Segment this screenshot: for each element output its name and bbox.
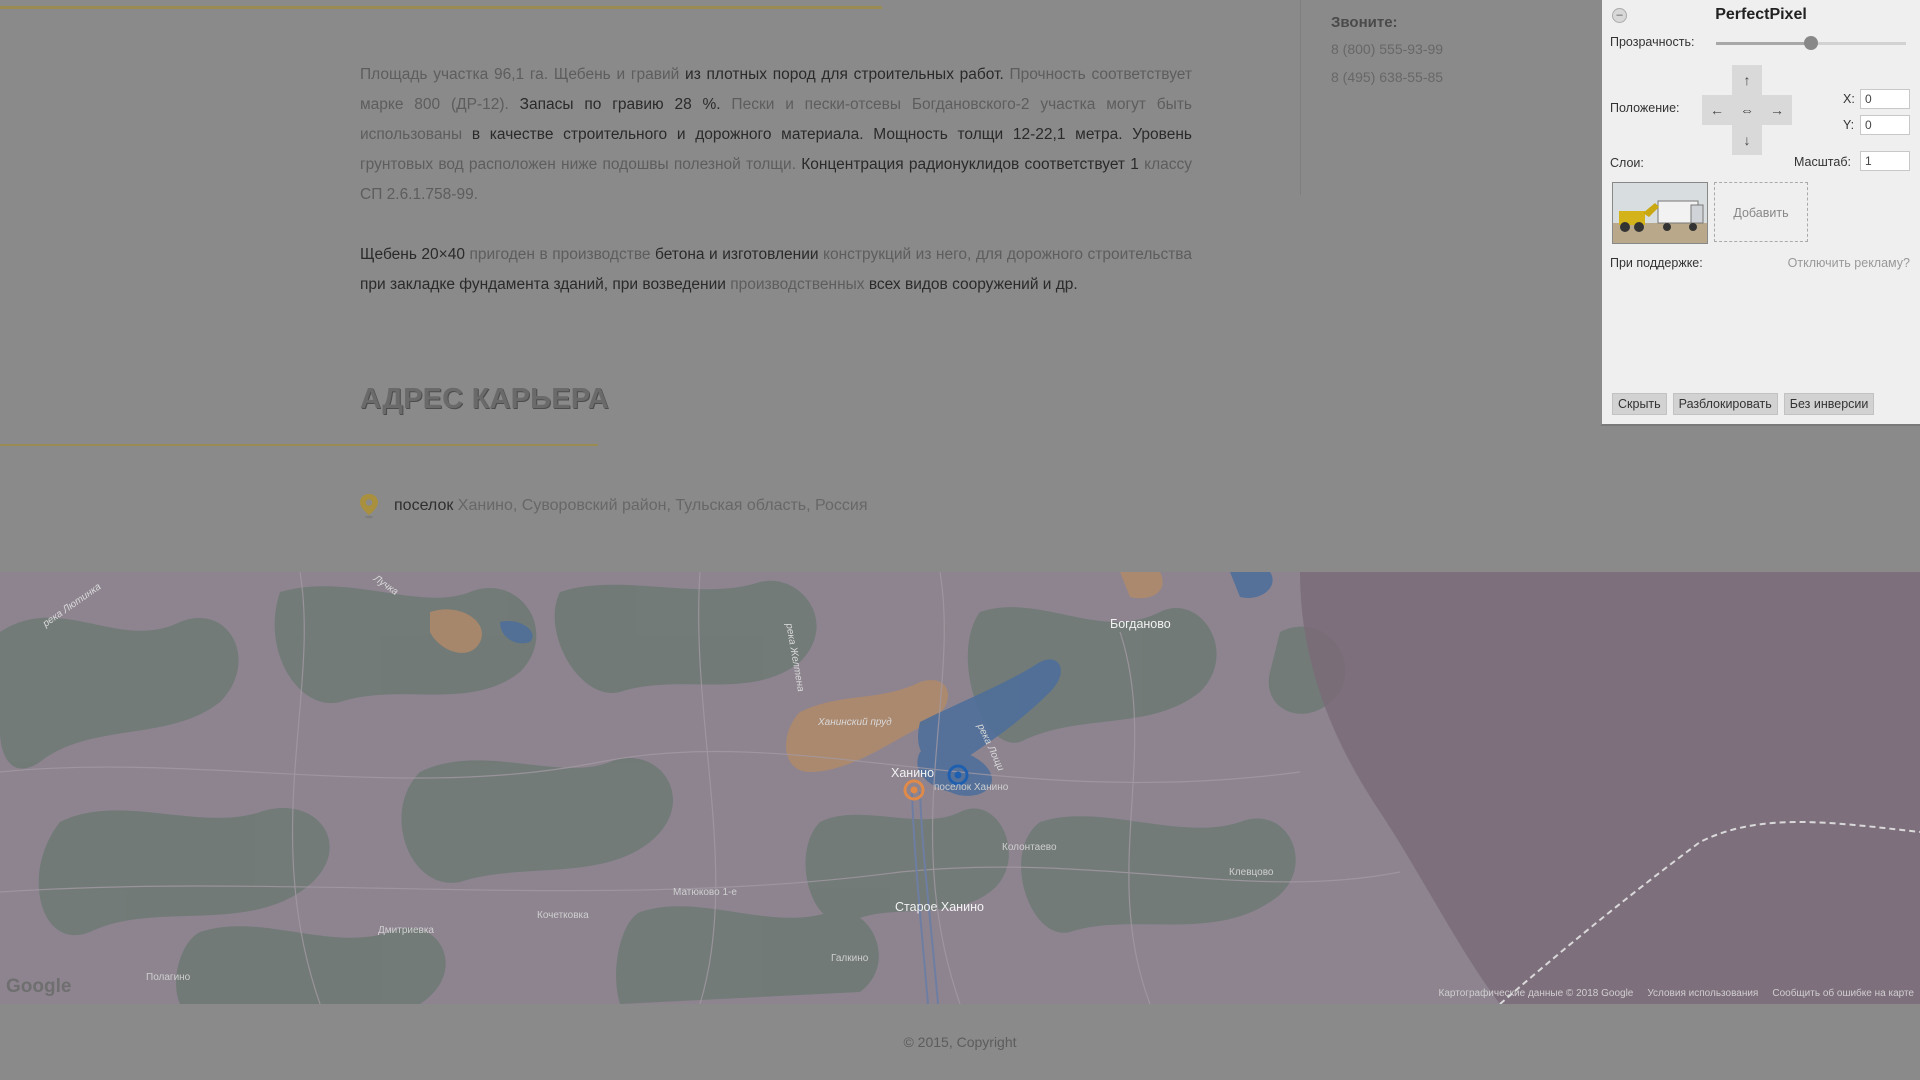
opacity-thumb[interactable]	[1804, 36, 1818, 50]
contacts-label: Звоните:	[1331, 14, 1398, 31]
map-place-label: Ханино	[891, 766, 935, 780]
p1-part: грунтовых вод расположен ниже подошвы по…	[360, 156, 802, 173]
layer-image	[1613, 183, 1707, 243]
map-place-label: Богданово	[1110, 617, 1171, 631]
terms-link[interactable]: Условия использования	[1647, 988, 1758, 999]
y-label: Y:	[1843, 118, 1855, 132]
opacity-slider[interactable]	[1716, 36, 1906, 50]
map-place-label: Кочетковка	[537, 910, 589, 921]
paragraph-1: Площадь участка 96,1 га. Щебень и гравий…	[360, 60, 1192, 210]
phone-link[interactable]: 8 (800) 555-93-99	[1331, 41, 1443, 57]
map-river-label: Ханинский пруд	[818, 717, 892, 728]
p2-part: конструкций из него, для дорожного строи…	[818, 246, 1192, 263]
copyright: © 2015, Copyright	[903, 1034, 1017, 1050]
layers-label: Слои:	[1610, 156, 1644, 170]
disable-ads-link[interactable]: Отключить рекламу?	[1788, 256, 1910, 270]
p2-part-strong: при закладке фундамента зданий, при возв…	[360, 276, 726, 293]
move-up-button[interactable]: ↑	[1732, 65, 1762, 95]
p2-part: производственных	[725, 276, 869, 293]
map-place-label: Старое Ханино	[895, 900, 984, 914]
p1-part-strong: в качестве строительного и дорожного мат…	[471, 126, 1192, 143]
position-label: Положение:	[1610, 101, 1680, 115]
header-divider	[1300, 0, 1301, 195]
map-place-label: Полагино	[146, 972, 191, 983]
phone-link[interactable]: 8 (495) 638-55-85	[1331, 69, 1443, 85]
address-heading: АДРЕС КАРЬЕРА	[360, 383, 609, 415]
swap-center-button[interactable]: ⇔	[1732, 95, 1762, 125]
panel-title: PerfectPixel	[1715, 6, 1807, 23]
unlock-button[interactable]: Разблокировать	[1672, 393, 1778, 415]
p2-part: пригоден в производстве	[464, 246, 655, 263]
map-place-label: Дмитриевка	[378, 925, 434, 936]
no-inversion-button[interactable]: Без инверсии	[1783, 393, 1875, 415]
p1-part-strong: из плотных пород для строительных работ.	[685, 66, 1004, 83]
position-dpad: ↑ ← ⇔ → ↓	[1702, 65, 1792, 155]
add-layer-button[interactable]: Добавить	[1714, 182, 1808, 242]
map-footer: Картографические данные © 2018 Google Ус…	[1439, 988, 1914, 999]
p1-part: Площадь участка 96,1 га. Щебень и гравий	[360, 66, 686, 83]
map-place-label: Матюково 1-е	[673, 887, 737, 898]
report-error-link[interactable]: Сообщить об ошибке на карте	[1772, 988, 1914, 999]
p2-part-strong: бетона и изготовлении	[655, 246, 819, 263]
x-input[interactable]	[1860, 89, 1910, 109]
p2-part-strong: Щебень 20×40	[360, 246, 465, 263]
header-contacts: Звоните: 8 (800) 555-93-99 8 (495) 638-5…	[1331, 14, 1443, 97]
map-place-label: Колонтаево	[1002, 842, 1057, 853]
hide-button[interactable]: Скрыть	[1612, 393, 1667, 415]
address-rest: Ханино, Суворовский район, Тульская обла…	[457, 497, 868, 514]
address-rule	[0, 444, 598, 446]
move-right-button[interactable]: →	[1762, 95, 1792, 125]
support-label: При поддержке:	[1610, 256, 1703, 270]
scale-input[interactable]	[1860, 151, 1910, 171]
opacity-fill	[1716, 42, 1811, 45]
map-pin-icon	[360, 494, 378, 519]
map-place-label: Клевцово	[1229, 867, 1274, 878]
p1-part-strong: Запасы по гравию 28 %.	[519, 96, 721, 113]
panel-actions: Скрыть Разблокировать Без инверсии	[1612, 393, 1875, 415]
move-left-button[interactable]: ←	[1702, 95, 1732, 125]
p1-part-strong: Концентрация радионуклидов соответствует…	[801, 156, 1139, 173]
address-text: поселок Ханино, Суворовский район, Тульс…	[394, 497, 868, 515]
map-place-label: поселок Ханино	[934, 782, 1009, 793]
opacity-label: Прозрачность:	[1610, 35, 1695, 49]
paragraph-2: Щебень 20×40 пригоден в производстве бет…	[360, 240, 1192, 300]
map-place-label: Галкино	[831, 953, 869, 964]
x-label: X:	[1843, 92, 1855, 106]
y-input[interactable]	[1860, 115, 1910, 135]
map-data-credit: Картографические данные © 2018 Google	[1438, 988, 1634, 999]
google-logo[interactable]: Google	[6, 976, 71, 998]
top-accent-rule	[0, 6, 882, 9]
scale-label: Масштаб:	[1794, 155, 1851, 169]
layer-thumbnail[interactable]	[1612, 182, 1708, 244]
move-down-button[interactable]: ↓	[1732, 125, 1762, 155]
address-line: поселок Ханино, Суворовский район, Тульс…	[358, 493, 868, 519]
address-prefix: поселок	[394, 497, 458, 514]
article-content: Площадь участка 96,1 га. Щебень и гравий…	[360, 60, 1192, 330]
p2-part-strong: всех видов сооружений и др.	[868, 276, 1078, 293]
perfectpixel-panel: – PerfectPixel Прозрачность: Положение: …	[1600, 0, 1920, 426]
google-map[interactable]: Богданово Ханино поселок Ханино Колонтае…	[0, 572, 1920, 1004]
